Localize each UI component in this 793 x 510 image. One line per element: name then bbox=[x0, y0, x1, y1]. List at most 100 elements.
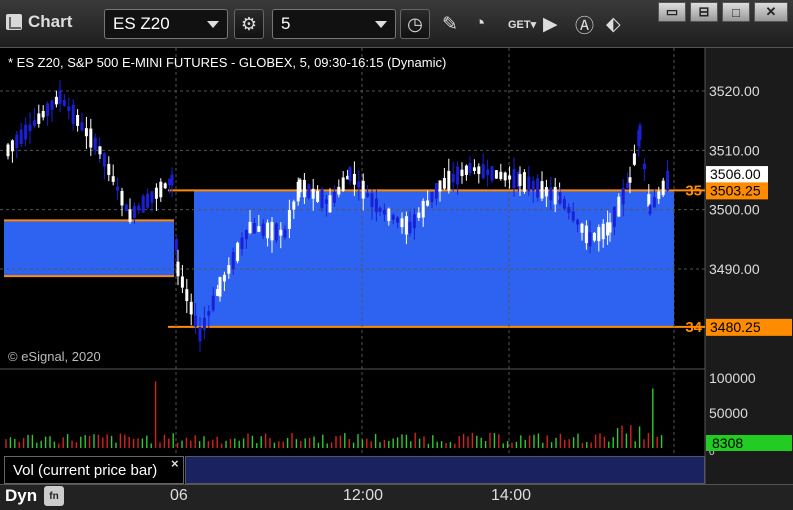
dynamic-label: Dyn bbox=[5, 486, 38, 505]
interval-select[interactable]: 5 bbox=[272, 9, 396, 39]
price-tick-label: 3500.00 bbox=[709, 202, 760, 218]
time-axis bbox=[0, 484, 793, 510]
link-icon: ⬖ bbox=[606, 13, 621, 35]
candle-body bbox=[24, 124, 28, 140]
candle-body bbox=[124, 204, 128, 211]
candle-body bbox=[387, 208, 391, 222]
candle-body bbox=[357, 181, 361, 188]
window-title: Chart bbox=[6, 12, 72, 32]
candle-body bbox=[341, 177, 345, 191]
candle-body bbox=[128, 209, 132, 222]
level-34-tag: 34 bbox=[685, 319, 702, 336]
candle-body bbox=[396, 217, 400, 223]
candle-body bbox=[6, 144, 10, 157]
candle-body bbox=[536, 178, 540, 198]
candle-body bbox=[584, 225, 588, 244]
candle-body bbox=[194, 315, 198, 327]
candle-body bbox=[207, 311, 211, 316]
get-data-button[interactable]: GET▾ bbox=[508, 10, 536, 38]
candle-body bbox=[499, 171, 503, 180]
candle-body bbox=[89, 128, 93, 148]
restore-button[interactable]: ⊟ bbox=[690, 2, 718, 22]
interval-value: 5 bbox=[281, 14, 291, 33]
candle-body bbox=[266, 222, 270, 239]
candle-body bbox=[608, 222, 612, 233]
candle-body bbox=[468, 163, 472, 174]
candle-body bbox=[374, 198, 378, 213]
maximize-button[interactable]: □ bbox=[722, 2, 750, 22]
candle-body bbox=[231, 252, 235, 270]
candle-body bbox=[252, 223, 256, 234]
candle-body bbox=[67, 106, 71, 111]
candle-body bbox=[348, 167, 352, 181]
level-35-tag: 35 bbox=[685, 182, 702, 199]
candle-body bbox=[307, 184, 311, 199]
candle-body bbox=[460, 169, 464, 177]
candle-body bbox=[337, 186, 341, 195]
candle-body bbox=[274, 223, 278, 241]
symbol-settings-button[interactable]: ⚙ bbox=[234, 9, 264, 39]
candle-body bbox=[211, 295, 215, 311]
candle-body bbox=[102, 153, 106, 167]
function-icon[interactable]: fn bbox=[44, 486, 64, 506]
level-34-price-label: 3480.25 bbox=[710, 319, 761, 335]
candle-body bbox=[244, 230, 248, 240]
candle-body bbox=[400, 218, 404, 228]
symbol-value: ES Z20 bbox=[113, 14, 170, 33]
candle-body bbox=[612, 207, 616, 227]
restore-icon: ⊟ bbox=[698, 4, 710, 19]
candle-body bbox=[240, 237, 244, 250]
studies-button[interactable]: ◔ bbox=[474, 10, 485, 38]
price-chart[interactable]: 3520.00 3510.00 3500.00 3490.00 3506.003503.… bbox=[0, 48, 793, 510]
close-study-icon[interactable]: × bbox=[171, 456, 179, 471]
candle-body bbox=[540, 181, 544, 199]
candle-body bbox=[512, 168, 516, 189]
candle-body bbox=[84, 128, 88, 137]
candle-body bbox=[592, 232, 596, 241]
interval-clock-button[interactable]: ◷ bbox=[400, 9, 430, 39]
candle-body bbox=[531, 180, 535, 191]
minimize-to-tray-button[interactable]: ▭ bbox=[658, 2, 686, 22]
candle-body bbox=[261, 223, 265, 236]
draw-tool-button[interactable]: ✎ bbox=[442, 10, 458, 38]
chevron-down-icon bbox=[375, 21, 387, 28]
candle-body bbox=[549, 187, 553, 201]
play-button[interactable]: ▶ bbox=[543, 10, 558, 38]
candle-body bbox=[456, 166, 460, 185]
candle-body bbox=[298, 179, 302, 193]
candle-body bbox=[426, 200, 430, 206]
candle-body bbox=[279, 229, 283, 236]
candle-body bbox=[218, 277, 222, 297]
candle-body bbox=[302, 179, 306, 198]
candle-body bbox=[562, 199, 566, 209]
candle-body bbox=[328, 195, 332, 213]
candle-body bbox=[430, 191, 434, 203]
close-button[interactable]: ✕ bbox=[754, 2, 788, 22]
candle-body bbox=[652, 197, 656, 208]
maximize-icon: □ bbox=[732, 4, 740, 20]
candle-body bbox=[248, 221, 252, 234]
candle-body bbox=[481, 164, 485, 179]
alert-button[interactable]: Ⓐ bbox=[575, 10, 594, 38]
volume-study-label[interactable]: Vol (current price bar) bbox=[4, 456, 184, 484]
candle-body bbox=[442, 177, 446, 189]
candle-body bbox=[287, 210, 291, 229]
symbol-select[interactable]: ES Z20 bbox=[104, 9, 228, 39]
alert-icon: Ⓐ bbox=[575, 15, 595, 37]
candle-body bbox=[621, 187, 625, 205]
candle-body bbox=[32, 120, 36, 127]
time-label-1400: 14:00 bbox=[491, 487, 532, 504]
candle-body bbox=[567, 206, 571, 213]
candle-body bbox=[486, 169, 490, 176]
candle-body bbox=[202, 317, 206, 330]
volume-value-label: 8308 bbox=[712, 435, 743, 451]
get-icon: GET▾ bbox=[508, 18, 537, 31]
studies-icon: ◔ bbox=[474, 13, 486, 34]
candle-body bbox=[120, 190, 124, 206]
candle-body bbox=[174, 239, 178, 252]
link-button[interactable]: ⬖ bbox=[606, 10, 621, 38]
candle-body bbox=[580, 223, 584, 233]
candle-body bbox=[180, 276, 184, 288]
candle-body bbox=[146, 193, 150, 208]
window-title-label: Chart bbox=[28, 12, 73, 31]
